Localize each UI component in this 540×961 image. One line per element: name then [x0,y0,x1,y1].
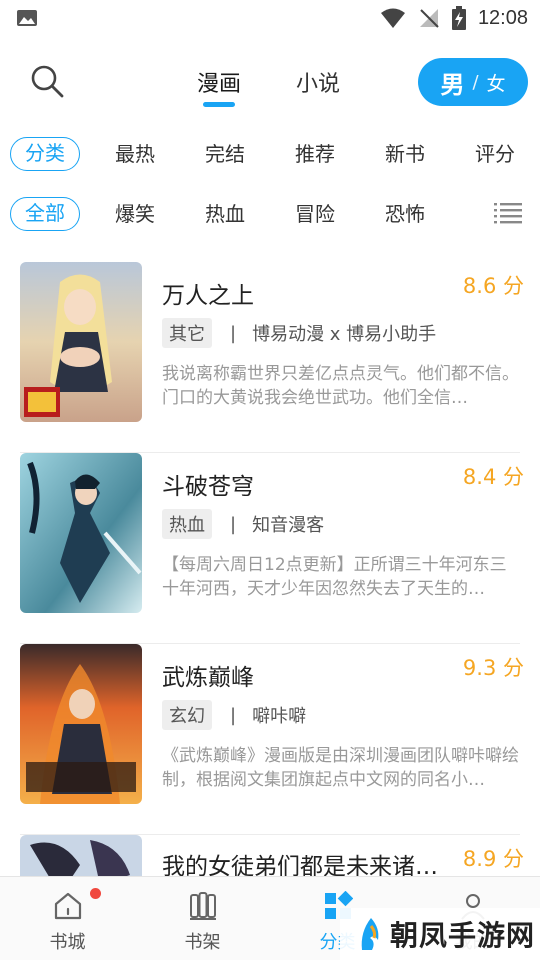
gender-separator: / [472,71,479,93]
book-score: 8.6 分 [462,274,524,298]
book-cover-image [20,262,142,422]
genre-filter-row: 全部 爆笑 热血 冒险 恐怖 [0,194,540,234]
filter-hottest[interactable]: 最热 [115,138,155,170]
genre-horror[interactable]: 恐怖 [385,198,425,230]
book-title: 万人之上 [162,283,254,309]
genre-all[interactable]: 全部 [10,197,80,231]
tab-novels[interactable]: 小说 [296,66,340,98]
book-score: 8.4 分 [462,465,524,489]
nav-label: 书架 [184,932,221,953]
nav-label: 书城 [49,932,86,953]
sort-filter-row: 分类 最热 完结 推荐 新书 评分 [0,134,540,174]
book-item[interactable]: 万人之上 8.6 分 其它 | 博易动漫 x 博易小助手 我说离称霸世界只差亿点… [0,262,540,453]
book-score: 8.9 分 [462,847,524,871]
book-meta: 热血 | 知音漫客 [162,509,324,539]
genre-tag: 其它 [162,318,212,348]
filter-completed[interactable]: 完结 [205,138,245,170]
book-description: 我说离称霸世界只差亿点点灵气。他们都不信。门口的大黄说我会绝世武功。他们全信… [162,364,519,408]
status-bar: 12:08 [0,0,540,36]
clock: 12:08 [477,6,528,29]
genre-comedy[interactable]: 爆笑 [115,198,155,230]
book-title: 斗破苍穹 [162,474,254,500]
genre-tag: 玄幻 [162,700,212,730]
home-icon [54,892,81,920]
book-author: 知音漫客 [252,515,325,536]
filter-new[interactable]: 新书 [385,138,425,170]
list-menu-icon[interactable] [494,202,522,224]
filter-category[interactable]: 分类 [10,137,80,171]
filter-recommended[interactable]: 推荐 [295,138,335,170]
book-meta: 其它 | 博易动漫 x 博易小助手 [162,318,436,348]
book-cover-image [20,644,142,804]
book-description: 【每周六周日12点更新】正所谓三十年河东三十年河西，天才少年因忽然失去了天生的… [162,555,507,599]
nav-bookstore[interactable]: 书城 [0,877,135,961]
battery-charging-icon [451,6,466,30]
book-author: 噼咔噼 [252,706,307,727]
meta-separator: | [230,513,237,535]
gender-toggle-button[interactable]: 男 / 女 [418,58,528,106]
book-meta: 玄幻 | 噼咔噼 [162,700,306,730]
book-score: 9.3 分 [462,656,524,680]
no-signal-icon [419,9,439,28]
female-label: 女 [486,72,506,95]
genre-action[interactable]: 热血 [205,198,245,230]
male-label: 男 [440,70,465,99]
book-cover-image [20,835,142,876]
image-notification-icon [17,10,37,26]
search-icon[interactable] [28,62,66,100]
watermark-logo-icon [361,918,379,950]
book-cover-image [20,453,142,613]
tab-comics[interactable]: 漫画 [197,66,241,98]
bookshelf-icon [189,892,216,920]
filter-rating[interactable]: 评分 [475,138,515,170]
top-navigation: 漫画 小说 男 / 女 [0,46,540,116]
notification-badge [90,888,101,899]
watermark-text: 朝凤手游网 [390,919,536,952]
book-item[interactable]: 我的女徒弟们都是未来诸… 8.9 分 [0,835,540,876]
active-tab-indicator [203,102,235,107]
book-author: 博易动漫 x 博易小助手 [252,324,437,345]
wifi-icon [380,8,405,28]
watermark: 朝凤手游网 [340,908,540,960]
genre-adventure[interactable]: 冒险 [295,198,335,230]
nav-bookshelf[interactable]: 书架 [135,877,270,961]
meta-separator: | [230,704,237,726]
genre-tag: 热血 [162,509,212,539]
meta-separator: | [230,322,237,344]
book-item[interactable]: 武炼巅峰 9.3 分 玄幻 | 噼咔噼 《武炼巅峰》漫画版是由深圳漫画团队噼咔噼… [0,644,540,835]
book-title: 我的女徒弟们都是未来诸… [162,854,438,876]
book-item[interactable]: 斗破苍穹 8.4 分 热血 | 知音漫客 【每周六周日12点更新】正所谓三十年河… [0,453,540,644]
book-description: 《武炼巅峰》漫画版是由深圳漫画团队噼咔噼绘制，根据阅文集团旗起点中文网的同名小… [162,746,519,790]
book-title: 武炼巅峰 [162,665,254,691]
